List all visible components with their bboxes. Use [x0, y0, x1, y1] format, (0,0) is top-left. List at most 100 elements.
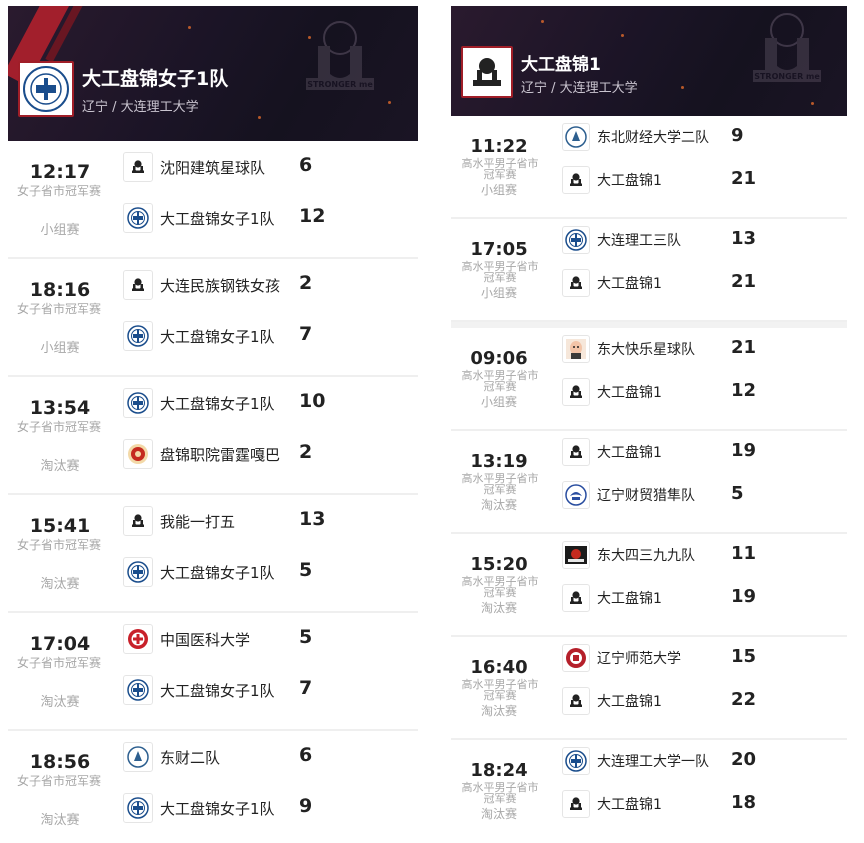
team-a-name: 辽宁师范大学: [597, 651, 681, 667]
dlut-seal-icon: [123, 203, 153, 233]
basketball-crest-icon: [123, 270, 153, 300]
team-a[interactable]: 大连理工三队: [562, 225, 681, 255]
team-a[interactable]: 中国医科大学: [123, 623, 250, 655]
basketball-crest-icon: [562, 378, 590, 406]
match-time: 17:05: [470, 239, 528, 260]
team-a[interactable]: 东财二队: [123, 741, 220, 773]
team-a-name: 沈阳建筑星球队: [160, 158, 266, 177]
team-a-score: 19: [731, 440, 757, 461]
team-a-name: 东大快乐星球队: [597, 342, 695, 358]
team-a[interactable]: 东大快乐星球队: [562, 334, 695, 364]
team-a-score: 9: [731, 125, 744, 146]
team-b[interactable]: 大工盘锦1: [562, 789, 662, 819]
match-row[interactable]: 13:54 女子省市冠军赛 淘汰赛 大工盘锦女子1队 10 盘锦职院雷霆嘎巴 2: [8, 377, 418, 495]
team-b[interactable]: 大工盘锦女子1队: [123, 320, 275, 352]
team-a[interactable]: 我能一打五: [123, 505, 235, 537]
team-b-name: 大工盘锦女子1队: [160, 327, 275, 346]
match-event: 女子省市冠军赛: [16, 774, 101, 788]
dufe-seal-icon: [123, 742, 153, 772]
team-b[interactable]: 大工盘锦女子1队: [123, 674, 275, 706]
match-time: 18:56: [29, 751, 91, 773]
team-b[interactable]: 大工盘锦女子1队: [123, 792, 275, 824]
match-row[interactable]: 18:16 女子省市冠军赛 小组赛 大连民族钢铁女孩 2 大工盘锦女子1队 7: [8, 259, 418, 377]
team-a-score: 13: [299, 508, 326, 530]
match-row[interactable]: 15:41 女子省市冠军赛 淘汰赛 我能一打五 13 大工盘锦女子1队 5: [8, 495, 418, 613]
match-row[interactable]: 17:04 女子省市冠军赛 淘汰赛 中国医科大学 5 大工盘锦女子1队 7: [8, 613, 418, 731]
team-b-name: 大工盘锦女子1队: [160, 563, 275, 582]
match-stage: 淘汰赛: [480, 704, 517, 718]
team-b[interactable]: 大工盘锦女子1队: [123, 202, 275, 234]
match-event: 高水平男子省市冠军赛: [461, 157, 539, 181]
team-a-score: 2: [299, 272, 313, 294]
match-row[interactable]: 16:40 高水平男子省市冠军赛 淘汰赛 辽宁师范大学 15 大工盘锦1 22: [451, 637, 847, 740]
team-a[interactable]: 大工盘锦1: [562, 437, 662, 467]
team-a-name: 东财二队: [160, 748, 221, 767]
team-b[interactable]: 盘锦职院雷霆嘎巴: [123, 438, 280, 470]
match-row[interactable]: 15:20 高水平男子省市冠军赛 淘汰赛 东大四三九九队 11 大工盘锦1 19: [451, 534, 847, 637]
dlut-seal-icon: [123, 321, 153, 351]
match-row[interactable]: 09:06 高水平男子省市冠军赛 小组赛 东大快乐星球队 21 大工盘锦1 12: [451, 328, 847, 431]
team-b-name: 大工盘锦1: [597, 276, 662, 292]
team-b[interactable]: 辽宁财贸猎隼队: [562, 480, 695, 510]
match-time: 15:20: [470, 554, 528, 575]
team-b-score: 18: [731, 792, 757, 813]
match-time: 18:24: [470, 760, 528, 781]
match-row[interactable]: 12:17 女子省市冠军赛 小组赛 沈阳建筑星球队 6 大工盘锦女子1队 12: [8, 141, 418, 259]
team-b[interactable]: 大工盘锦1: [562, 583, 662, 613]
match-row[interactable]: 11:22 高水平男子省市冠军赛 小组赛 东北财经大学二队 9 大工盘锦1 21: [451, 116, 847, 219]
dark-badge-icon: [562, 541, 590, 569]
team-b[interactable]: 大工盘锦1: [562, 165, 662, 195]
team-a[interactable]: 沈阳建筑星球队: [123, 151, 265, 183]
match-event: 高水平男子省市冠军赛: [461, 369, 539, 393]
match-row[interactable]: 17:05 高水平男子省市冠军赛 小组赛 大连理工三队 13 大工盘锦1 21: [451, 219, 847, 322]
team-b[interactable]: 大工盘锦女子1队: [123, 556, 275, 588]
team-name: 大工盘锦1: [521, 55, 601, 75]
team-a[interactable]: 辽宁师范大学: [562, 643, 681, 673]
team-a[interactable]: 大连民族钢铁女孩: [123, 269, 280, 301]
team-b[interactable]: 大工盘锦1: [562, 377, 662, 407]
team-header: STRONGER me 大工盘锦1 辽宁 / 大连理工大学: [451, 6, 847, 116]
team-a[interactable]: 大工盘锦女子1队: [123, 387, 275, 419]
basketball-crest-icon: [562, 269, 590, 297]
team-a[interactable]: 大连理工大学一队: [562, 746, 709, 776]
team-a-score: 5: [299, 626, 313, 648]
team-a[interactable]: 东北财经大学二队: [562, 122, 709, 152]
team-b-score: 12: [299, 205, 326, 227]
team-a-score: 21: [731, 337, 757, 358]
match-row[interactable]: 18:56 女子省市冠军赛 淘汰赛 东财二队 6 大工盘锦女子1队 9: [8, 731, 418, 836]
match-time: 09:06: [470, 348, 528, 369]
dlut-seal-icon: [123, 388, 153, 418]
match-row[interactable]: 13:19 高水平男子省市冠军赛 淘汰赛 大工盘锦1 19 辽宁财贸猎隼队 5: [451, 431, 847, 534]
team-a[interactable]: 东大四三九九队: [562, 540, 695, 570]
team-a-score: 11: [731, 543, 757, 564]
team-b-name: 辽宁财贸猎隼队: [597, 488, 695, 504]
match-list: 12:17 女子省市冠军赛 小组赛 沈阳建筑星球队 6 大工盘锦女子1队 12 18:16 女子…: [8, 141, 418, 836]
team-b-name: 大工盘锦1: [597, 591, 662, 607]
team-a-name: 大工盘锦1: [597, 445, 662, 461]
svg-text:STRONGER me: STRONGER me: [307, 80, 373, 89]
dlut-seal-icon: [123, 557, 153, 587]
team-location: 辽宁 / 大连理工大学: [82, 100, 199, 115]
match-stage: 淘汰赛: [480, 498, 517, 512]
match-row[interactable]: 18:24 高水平男子省市冠军赛 淘汰赛 大连理工大学一队 20 大工盘锦1 18: [451, 740, 847, 834]
red-emblem-icon: [123, 439, 153, 469]
team-a-score: 20: [731, 749, 757, 770]
team-schedule-panel-right: STRONGER me 大工盘锦1 辽宁 / 大连理工大学 11:22 高水平男子…: [451, 6, 847, 834]
match-event: 女子省市冠军赛: [16, 302, 101, 316]
team-a-name: 大连理工大学一队: [597, 754, 709, 770]
match-stage: 淘汰赛: [480, 807, 517, 821]
team-b[interactable]: 大工盘锦1: [562, 686, 662, 716]
match-event: 女子省市冠军赛: [16, 184, 101, 198]
basketball-crest-icon: [123, 152, 153, 182]
team-name: 大工盘锦女子1队: [82, 68, 229, 90]
team-b-score: 21: [731, 168, 757, 189]
team-b-name: 大工盘锦1: [597, 694, 662, 710]
team-a-name: 大连民族钢铁女孩: [160, 276, 281, 295]
lnnu-seal-icon: [562, 644, 590, 672]
match-stage: 小组赛: [480, 286, 517, 300]
basketball-crest-icon: [562, 790, 590, 818]
team-b[interactable]: 大工盘锦1: [562, 268, 662, 298]
team-b-score: 9: [299, 795, 313, 817]
team-b-name: 大工盘锦1: [597, 797, 662, 813]
team-b-score: 7: [299, 677, 313, 699]
